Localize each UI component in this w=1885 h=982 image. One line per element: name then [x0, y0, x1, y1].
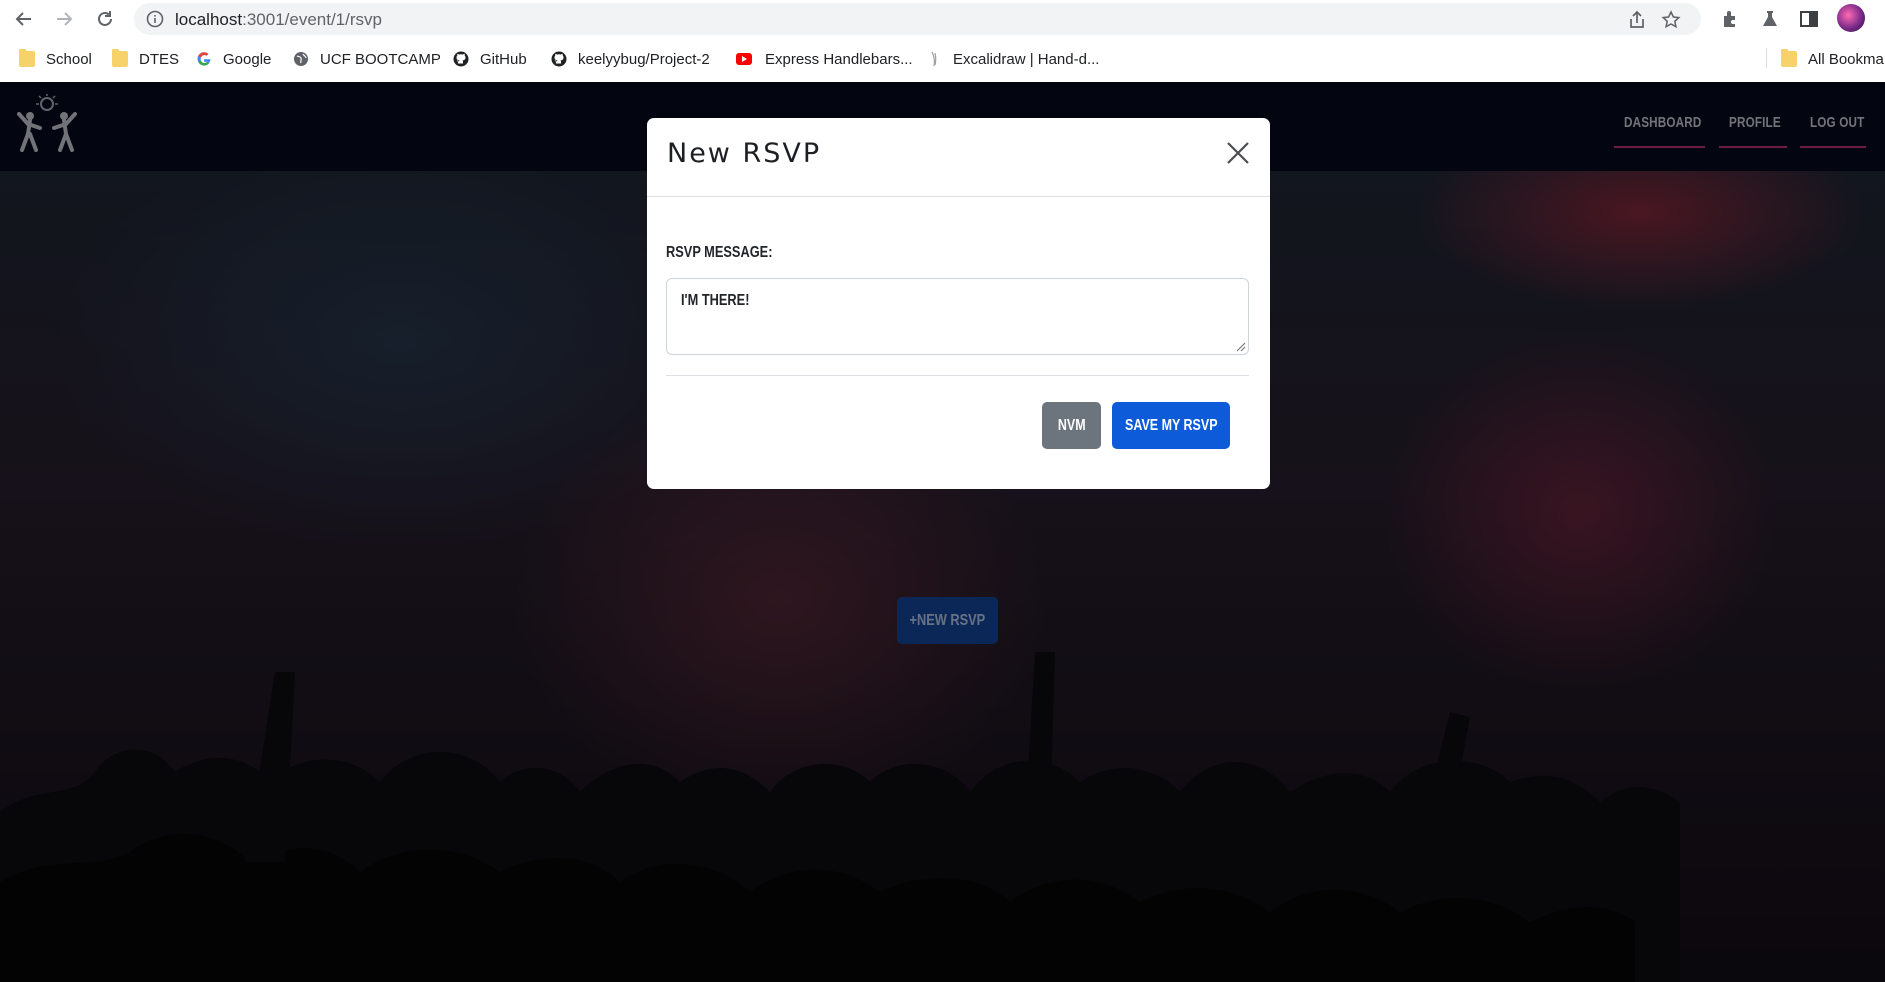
close-icon[interactable]: [1225, 140, 1251, 166]
forward-button[interactable]: [50, 5, 78, 33]
rsvp-message-label: RSVP MESSAGE:: [666, 244, 773, 261]
bookmark-label: GitHub: [480, 50, 527, 68]
bookmark-excalidraw[interactable]: Excalidraw | Hand-d...: [926, 49, 1099, 69]
bookmark-google[interactable]: Google: [196, 49, 271, 69]
flask-icon[interactable]: [1759, 8, 1781, 30]
side-panel-icon[interactable]: [1798, 8, 1820, 30]
arrow-left-icon: [15, 12, 31, 26]
modal-header-divider: [647, 196, 1270, 197]
folder-icon: [19, 49, 35, 67]
browser-toolbar: localhost:3001/event/1/rsvp: [0, 0, 1885, 38]
url-path: :3001/event/1/rsvp: [242, 10, 382, 29]
cancel-button[interactable]: NVM: [1042, 402, 1101, 449]
cancel-button-label: NVM: [1057, 416, 1086, 434]
bookmark-ucf-bootcamp[interactable]: UCF BOOTCAMP: [293, 49, 441, 69]
url-host: localhost: [175, 10, 243, 29]
excalidraw-icon: [931, 51, 937, 67]
bookmark-dtes[interactable]: DTES: [112, 49, 179, 69]
profile-avatar[interactable]: [1837, 4, 1865, 32]
arrow-right-icon: [57, 12, 73, 26]
browser-chrome: localhost:3001/event/1/rsvp School DTES …: [0, 0, 1885, 82]
url-text: localhost:3001/event/1/rsvp: [175, 10, 382, 30]
rsvp-message-textarea[interactable]: I'M THERE!: [666, 278, 1249, 355]
resize-grip-icon[interactable]: [1236, 342, 1246, 352]
bookmarks-separator: [1766, 48, 1767, 68]
globe-icon: [294, 52, 308, 66]
bookmark-label: keelyybug/Project-2: [578, 50, 710, 68]
new-rsvp-modal: New RSVP RSVP MESSAGE: I'M THERE! NVM SA…: [647, 118, 1270, 489]
bookmarks-bar: School DTES Google UCF BOOTCAMP GitHub k…: [0, 42, 1885, 74]
save-rsvp-button-label: SAVE MY RSVP: [1124, 416, 1218, 434]
bookmark-school[interactable]: School: [19, 49, 92, 69]
bookmark-express-handlebars[interactable]: Express Handlebars...: [734, 49, 913, 69]
bookmark-label: Excalidraw | Hand-d...: [953, 50, 1100, 68]
bookmark-project-2[interactable]: keelyybug/Project-2: [551, 49, 710, 69]
reload-icon: [98, 11, 112, 26]
bookmark-label: DTES: [139, 50, 180, 68]
rsvp-message-value: I'M THERE!: [681, 292, 750, 309]
bookmark-label: Google: [223, 50, 272, 68]
bookmark-label: UCF BOOTCAMP: [320, 50, 441, 68]
share-icon[interactable]: [1627, 10, 1647, 30]
bookmark-label: Express Handlebars...: [765, 50, 913, 68]
modal-title: New RSVP: [667, 138, 822, 169]
bookmark-github[interactable]: GitHub: [453, 49, 527, 69]
extensions-icon[interactable]: [1719, 8, 1741, 30]
folder-icon: [1781, 49, 1797, 67]
github-icon: [453, 51, 469, 67]
bookmark-label: School: [46, 50, 92, 68]
youtube-icon: [736, 53, 752, 65]
address-bar[interactable]: localhost:3001/event/1/rsvp: [134, 3, 1701, 35]
star-icon[interactable]: [1661, 10, 1681, 30]
event-page: DASHBOARD PROFILE LOG OUT +NEW RSVP New …: [0, 82, 1885, 982]
back-button[interactable]: [10, 5, 38, 33]
bookmark-label: All Bookma: [1808, 50, 1884, 68]
reload-button[interactable]: [91, 5, 119, 33]
bookmark-all-bookmarks[interactable]: All Bookma: [1781, 49, 1884, 69]
modal-footer-divider: [666, 375, 1249, 376]
save-rsvp-button[interactable]: SAVE MY RSVP: [1112, 402, 1230, 449]
google-icon: [197, 52, 211, 66]
site-info-icon[interactable]: [146, 10, 164, 28]
github-icon: [551, 51, 567, 67]
folder-icon: [112, 49, 128, 67]
